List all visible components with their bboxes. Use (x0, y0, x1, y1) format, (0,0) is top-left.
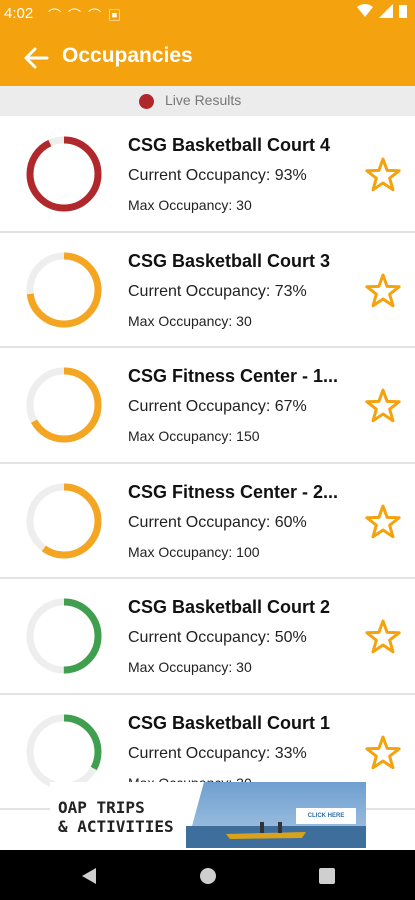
max-occupancy: Max Occupancy: 30 (128, 659, 252, 675)
occupancy-row[interactable]: CSG Basketball Court 2 Current Occupancy:… (0, 579, 415, 695)
current-occupancy: Current Occupancy: 50% (128, 629, 307, 646)
star-icon[interactable] (363, 733, 403, 773)
star-outline (365, 619, 401, 654)
nav-back-button[interactable] (78, 865, 100, 887)
occupancy-row[interactable]: CSG Basketball Court 4 Current Occupancy:… (0, 117, 415, 233)
facility-name: CSG Fitness Center - 2... (128, 481, 339, 502)
status-time: 4:02 (4, 5, 34, 22)
facility-name: CSG Basketball Court 4 (128, 135, 331, 155)
occupancy-row[interactable]: CSG Basketball Court 3 Current Occupancy:… (0, 232, 415, 348)
occupancy-arc (26, 136, 102, 212)
occupancy-row[interactable]: CSG Fitness Center - 2... Current Occupan… (0, 463, 415, 579)
current-occupancy: Current Occupancy: 93% (128, 167, 307, 184)
notification-icons: ⌒⌒⌒▣ (48, 8, 129, 23)
facility-name: CSG Basketball Court 3 (128, 250, 331, 271)
star-outline (365, 157, 401, 192)
star-outline (365, 388, 401, 423)
occupancy-list: CSG Basketball Court 4 Current Occupancy:… (0, 117, 415, 810)
ad-line-1: OAP TRIPS (58, 798, 145, 817)
star-icon[interactable] (363, 155, 403, 195)
occupancy-ring (26, 252, 102, 327)
star-icon[interactable] (363, 617, 403, 657)
back-triangle-icon (82, 868, 96, 884)
occupancy-ring (26, 367, 102, 443)
back-button[interactable] (18, 40, 54, 76)
live-indicator-dot (139, 94, 154, 109)
current-occupancy: Current Occupancy: 67% (128, 398, 307, 415)
star-outline (365, 735, 401, 769)
arrow-left-icon (24, 47, 49, 69)
ad-line-2: & ACTIVITIES (58, 817, 174, 836)
star-icon[interactable] (363, 502, 403, 542)
facility-name: CSG Basketball Court 1 (128, 712, 331, 733)
ad-click-here-button[interactable]: CLICK HERE (296, 808, 356, 824)
battery-icon (399, 5, 407, 18)
status-indicators (357, 4, 407, 18)
current-occupancy: Current Occupancy: 73% (128, 282, 307, 300)
current-occupancy: Current Occupancy: 33% (128, 744, 307, 762)
nav-home-button[interactable] (197, 865, 219, 887)
star-icon[interactable] (363, 386, 403, 426)
live-results-label: Live Results (165, 92, 242, 108)
status-bar: 4:02 ⌒⌒⌒▣ (0, 0, 415, 30)
occupancy-ring (26, 483, 102, 558)
wifi-icon (357, 4, 373, 17)
home-circle-icon (200, 868, 216, 884)
facility-name: CSG Basketball Court 2 (128, 597, 331, 617)
star-outline (365, 504, 401, 538)
system-navigation-bar (0, 850, 415, 900)
occupancy-ring (26, 598, 102, 674)
nav-recents-button[interactable] (316, 865, 338, 887)
occupancy-ring (26, 136, 102, 212)
star-outline (365, 273, 401, 307)
recents-square-icon (319, 868, 335, 884)
max-occupancy: Max Occupancy: 150 (128, 428, 260, 444)
facility-name: CSG Fitness Center - 1... (128, 366, 339, 386)
current-occupancy: Current Occupancy: 60% (128, 513, 307, 531)
occupancy-ring (26, 714, 102, 789)
ad-banner[interactable]: OAP TRIPS & ACTIVITIES CLICK HERE (50, 782, 366, 848)
ad-headline: OAP TRIPS & ACTIVITIES (58, 798, 174, 836)
max-occupancy: Max Occupancy: 30 (128, 312, 252, 329)
max-occupancy: Max Occupancy: 100 (128, 543, 260, 560)
star-icon[interactable] (363, 271, 403, 311)
app-bar: Occupancies (0, 30, 415, 86)
occupancy-row[interactable]: CSG Fitness Center - 1... Current Occupan… (0, 348, 415, 464)
max-occupancy: Max Occupancy: 30 (128, 197, 252, 213)
page-title: Occupancies (62, 44, 193, 67)
signal-icon (379, 4, 393, 18)
